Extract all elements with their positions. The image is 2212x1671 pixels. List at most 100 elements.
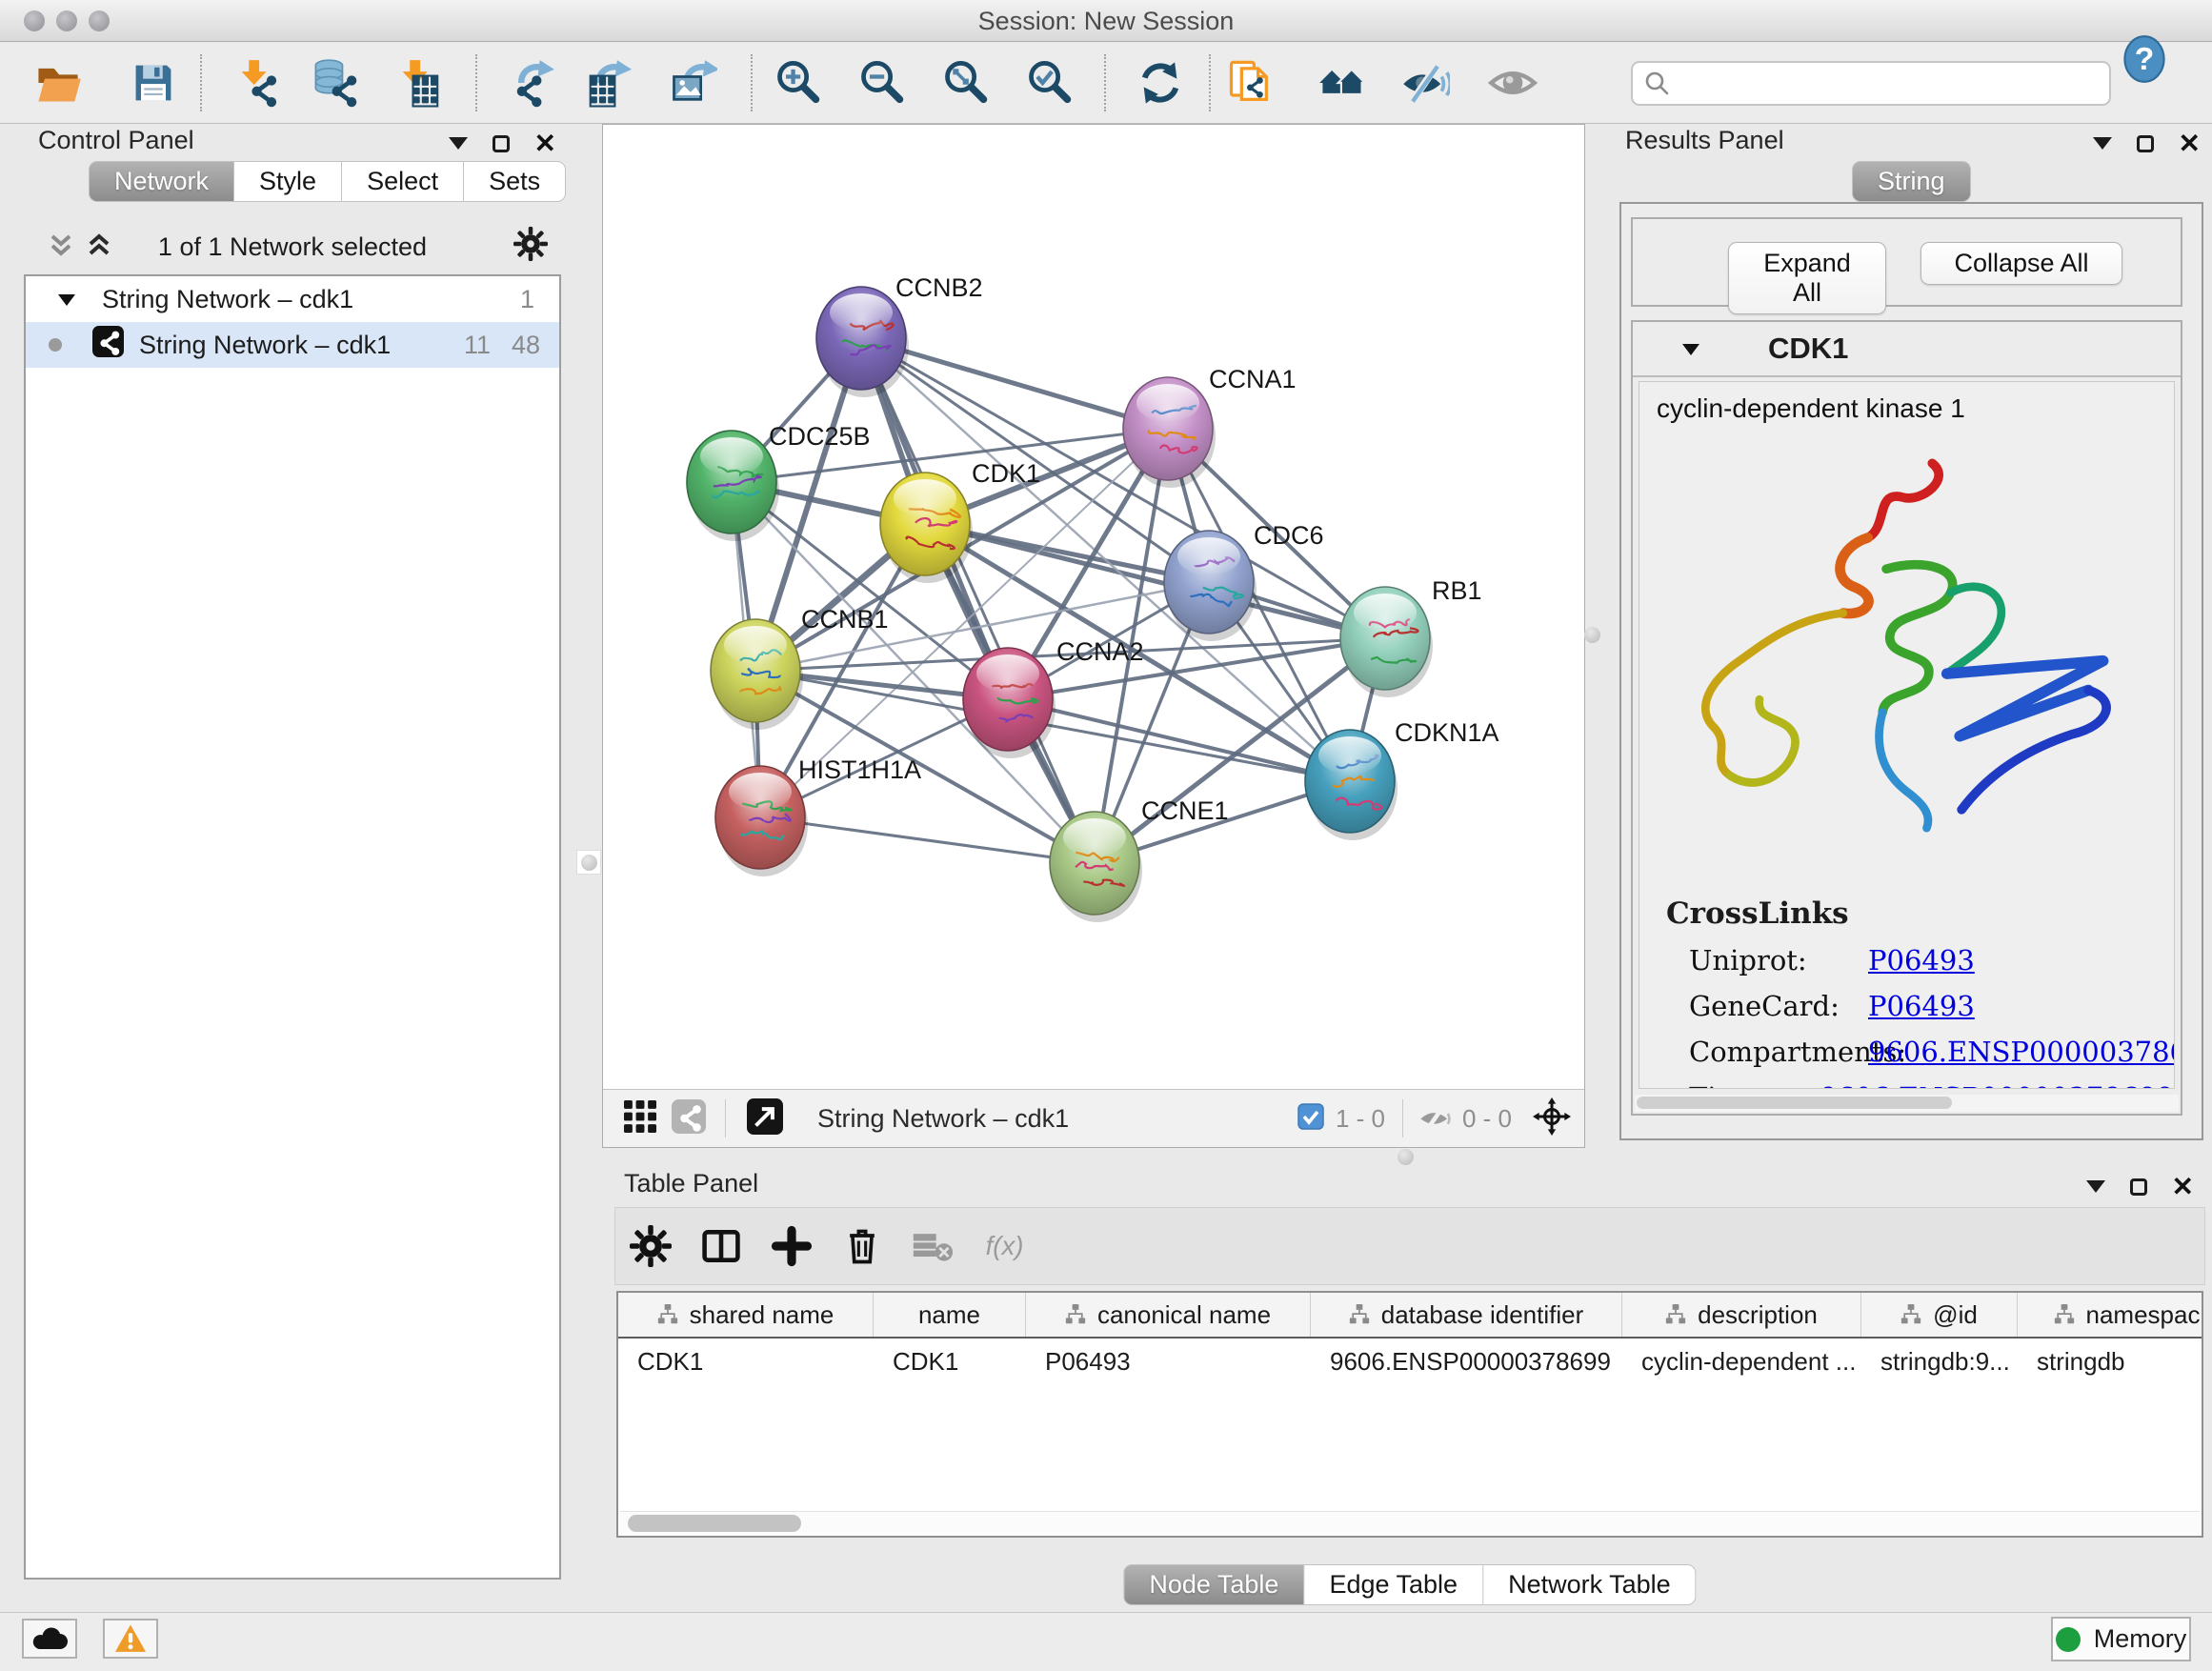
float-panel-icon[interactable] — [2130, 1178, 2147, 1196]
close-panel-icon[interactable]: ✕ — [2179, 131, 2201, 157]
tab-network[interactable]: Network — [89, 161, 234, 202]
float-panel-icon[interactable] — [2137, 135, 2154, 152]
search-input[interactable] — [1680, 69, 2098, 98]
duplicate-network-button[interactable] — [1223, 56, 1277, 110]
zoom-fit-button[interactable] — [939, 56, 993, 110]
network-view-toolbar: String Network – cdk1 1 - 0 0 - 0 — [603, 1089, 1584, 1147]
column-type-icon — [2054, 1304, 2075, 1325]
scrollbar-thumb[interactable] — [628, 1515, 801, 1532]
warning-status-button[interactable] — [103, 1619, 158, 1659]
disclosure-triangle-icon[interactable] — [1682, 344, 1699, 364]
crosslink-label: Tissues: — [1689, 1081, 1820, 1089]
add-column-button[interactable] — [756, 1225, 827, 1267]
column-header-shared-name[interactable]: shared name — [618, 1293, 874, 1337]
hidden-eye-icon[interactable] — [1418, 1100, 1451, 1137]
network-edge-ccnb2-ccne1[interactable] — [861, 338, 1095, 863]
table-horizontal-scrollbar[interactable] — [620, 1511, 2200, 1534]
network-canvas[interactable]: CCNB2CCNA1CDC25BCDK1CDC6RB1CCNB1CCNA2CDK… — [603, 125, 1584, 1089]
left-splitter-handle[interactable] — [576, 850, 601, 875]
network-edge-hist1h1a-ccne1[interactable] — [760, 817, 1095, 863]
refresh-button[interactable] — [1134, 56, 1187, 110]
crosslink-link[interactable]: P06493 — [1868, 990, 1975, 1022]
expand-all-button[interactable]: Expand All — [1728, 242, 1886, 314]
save-button[interactable] — [127, 56, 180, 110]
fit-selection-crosshair-icon[interactable] — [1533, 1097, 1571, 1140]
show-columns-button[interactable] — [686, 1225, 756, 1267]
network-edge-ccna2-cdkn1a[interactable] — [1008, 699, 1350, 781]
collapse-panel-icon[interactable] — [2086, 1180, 2105, 1202]
crosslink-link[interactable]: 9606.ENSP00000378699 — [1820, 1081, 2174, 1089]
table-row[interactable]: CDK1CDK1P064939606.ENSP00000378699cyclin… — [618, 1339, 2202, 1384]
network-status-dot — [49, 338, 62, 352]
zoom-window-button[interactable] — [89, 10, 110, 31]
tab-edge-table[interactable]: Edge Table — [1304, 1564, 1483, 1605]
tab-sets[interactable]: Sets — [464, 161, 566, 202]
tab-select[interactable]: Select — [342, 161, 464, 202]
result-card-header[interactable]: CDK1 — [1633, 322, 2181, 377]
export-network-button[interactable] — [505, 56, 558, 110]
protein-description: cyclin-dependent kinase 1 — [1657, 393, 2174, 424]
results-panel-title: Results Panel — [1625, 126, 1784, 155]
column-header-canonical-name[interactable]: canonical name — [1026, 1293, 1311, 1337]
column-header-namespac[interactable]: namespac — [2018, 1293, 2203, 1337]
table-cell[interactable]: CDK1 — [874, 1339, 1026, 1384]
collapse-panel-icon[interactable] — [2093, 137, 2112, 159]
help-button[interactable]: ? — [2120, 34, 2169, 84]
minimize-window-button[interactable] — [56, 10, 77, 31]
grid-view-icon[interactable] — [624, 1100, 656, 1137]
gear-icon[interactable] — [513, 227, 548, 266]
column-header-database-identifier[interactable]: database identifier — [1311, 1293, 1622, 1337]
float-panel-icon[interactable] — [493, 135, 510, 152]
right-splitter-handle[interactable] — [1579, 622, 1604, 647]
hide-eye-button[interactable] — [1398, 56, 1452, 110]
import-network-database-button[interactable] — [310, 56, 363, 110]
zoom-out-button[interactable] — [855, 56, 909, 110]
network-row[interactable]: String Network – cdk1 11 48 — [26, 322, 559, 368]
open-folder-button[interactable] — [31, 56, 85, 110]
houses-button[interactable] — [1316, 56, 1369, 110]
gear-button[interactable] — [615, 1225, 686, 1267]
cloud-status-button[interactable] — [22, 1619, 77, 1659]
table-cell[interactable]: cyclin-dependent ... — [1622, 1339, 1861, 1384]
table-cell[interactable]: stringdb:9... — [1861, 1339, 2018, 1384]
table-cell[interactable]: 9606.ENSP00000378699 — [1311, 1339, 1622, 1384]
delete-table-button — [897, 1225, 968, 1267]
close-panel-icon[interactable]: ✕ — [2172, 1174, 2194, 1200]
selected-checkbox-icon[interactable] — [1297, 1103, 1324, 1135]
import-network-button[interactable] — [231, 56, 285, 110]
result-card-body: cyclin-dependent kinase 1 — [1639, 381, 2175, 1089]
import-table-button[interactable] — [392, 56, 446, 110]
table-cell[interactable]: CDK1 — [618, 1339, 874, 1384]
crosslink-link[interactable]: 9606.ENSP00000378699 — [1868, 1036, 2175, 1068]
collapse-panel-icon[interactable] — [449, 137, 468, 159]
column-header-label: name — [918, 1300, 980, 1330]
zoom-in-button[interactable] — [772, 56, 825, 110]
crosslink-link[interactable]: P06493 — [1868, 944, 1975, 976]
tab-network-table[interactable]: Network Table — [1483, 1564, 1697, 1605]
close-panel-icon[interactable]: ✕ — [534, 131, 556, 157]
search-box[interactable] — [1631, 61, 2111, 106]
memory-button[interactable]: Memory — [2051, 1617, 2191, 1661]
table-cell[interactable]: stringdb — [2018, 1339, 2203, 1384]
tab-string[interactable]: String — [1852, 161, 1971, 202]
column-header--id[interactable]: @id — [1861, 1293, 2018, 1337]
export-image-button[interactable] — [666, 56, 719, 110]
table-cell[interactable]: P06493 — [1026, 1339, 1311, 1384]
column-header-description[interactable]: description — [1622, 1293, 1861, 1337]
network-collection-row[interactable]: String Network – cdk1 1 — [26, 276, 559, 322]
tab-node-table[interactable]: Node Table — [1123, 1564, 1304, 1605]
node-gloss — [1177, 537, 1240, 575]
disclosure-triangle-icon[interactable] — [58, 294, 75, 314]
svg-text:f(x): f(x) — [986, 1231, 1024, 1260]
column-header-name[interactable]: name — [874, 1293, 1026, 1337]
close-window-button[interactable] — [24, 10, 45, 31]
tab-style[interactable]: Style — [234, 161, 342, 202]
open-in-window-icon[interactable] — [747, 1098, 783, 1139]
results-horizontal-scrollbar[interactable] — [1635, 1095, 2179, 1112]
export-table-button[interactable] — [580, 56, 633, 110]
results-panel: Results Panel ✕ String Expand All Collap… — [1612, 124, 2212, 1158]
delete-column-button[interactable] — [827, 1225, 897, 1267]
zoom-selected-button[interactable] — [1023, 56, 1076, 110]
collapse-all-button[interactable]: Collapse All — [1920, 242, 2122, 285]
horizontal-splitter-handle[interactable] — [1393, 1144, 1418, 1169]
